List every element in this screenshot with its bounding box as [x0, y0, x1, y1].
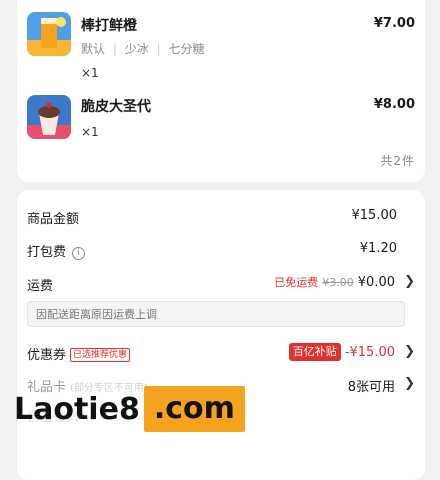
watermark-text: Laotie8	[14, 391, 140, 427]
shipping-waived-text: 已免运费	[274, 276, 319, 289]
subsidy-badge: 百亿补贴	[288, 343, 341, 361]
item-quantity: ×1	[81, 66, 99, 80]
shipping-value-group[interactable]: 已免运费 ¥3.00 ¥0.00	[274, 274, 395, 290]
item-option: 七分糖	[168, 42, 205, 56]
goods-amount-label: 商品金额	[27, 212, 80, 227]
item-name: 脆皮大圣代	[81, 99, 151, 115]
chevron-right-icon[interactable]: ❯	[404, 344, 415, 359]
item-thumbnail-orange-drink[interactable]	[27, 12, 71, 56]
coupon-value-group[interactable]: 百亿补贴 -¥15.00	[288, 343, 395, 361]
coupon-row-label: 优惠券 已选推荐优惠	[27, 344, 131, 363]
item-quantity: ×1	[81, 125, 99, 139]
packing-fee-row: 打包费 i	[27, 241, 86, 260]
item-option: 默认	[81, 42, 106, 56]
packing-fee-value: ¥1.20	[359, 241, 397, 256]
watermark-logo: Laotie8 .com	[14, 386, 245, 432]
chevron-right-icon[interactable]: ❯	[404, 274, 415, 289]
price-summary-card: 商品金额 ¥15.00 打包费 i ¥1.20 运费 已免运费 ¥3.00 ¥0.00…	[17, 190, 425, 480]
order-items-card: 棒打鲜橙 ¥7.00 默认 | 少冰 | 七分糖 ×1 脆皮大圣代 ¥8.00 …	[17, 0, 425, 182]
item-price: ¥7.00	[373, 16, 415, 31]
item-price: ¥8.00	[373, 97, 415, 112]
shipping-original-price: ¥3.00	[322, 276, 354, 289]
item-options: 默认 | 少冰 | 七分糖	[81, 42, 205, 56]
recommend-tag: 已选推荐优惠	[70, 348, 131, 362]
gift-card-value[interactable]: 8张可用	[348, 376, 395, 395]
chevron-right-icon[interactable]: ❯	[404, 376, 415, 391]
item-thumbnail-sundae[interactable]	[27, 95, 71, 139]
item-name: 棒打鲜橙	[81, 18, 137, 34]
shipping-label: 运费	[27, 279, 54, 294]
coupon-label: 优惠券	[27, 348, 67, 363]
goods-amount-value: ¥15.00	[351, 208, 398, 223]
info-icon[interactable]: i	[72, 247, 86, 260]
coupon-value: -¥15.00	[344, 345, 395, 360]
item-count: 共2件	[380, 154, 415, 168]
packing-fee-label: 打包费	[27, 245, 67, 260]
watermark-domain: .com	[143, 386, 245, 432]
item-option: 少冰	[124, 42, 149, 56]
shipping-hint: 因配送距离原因运费上调	[27, 301, 405, 327]
shipping-value: ¥0.00	[357, 275, 395, 290]
